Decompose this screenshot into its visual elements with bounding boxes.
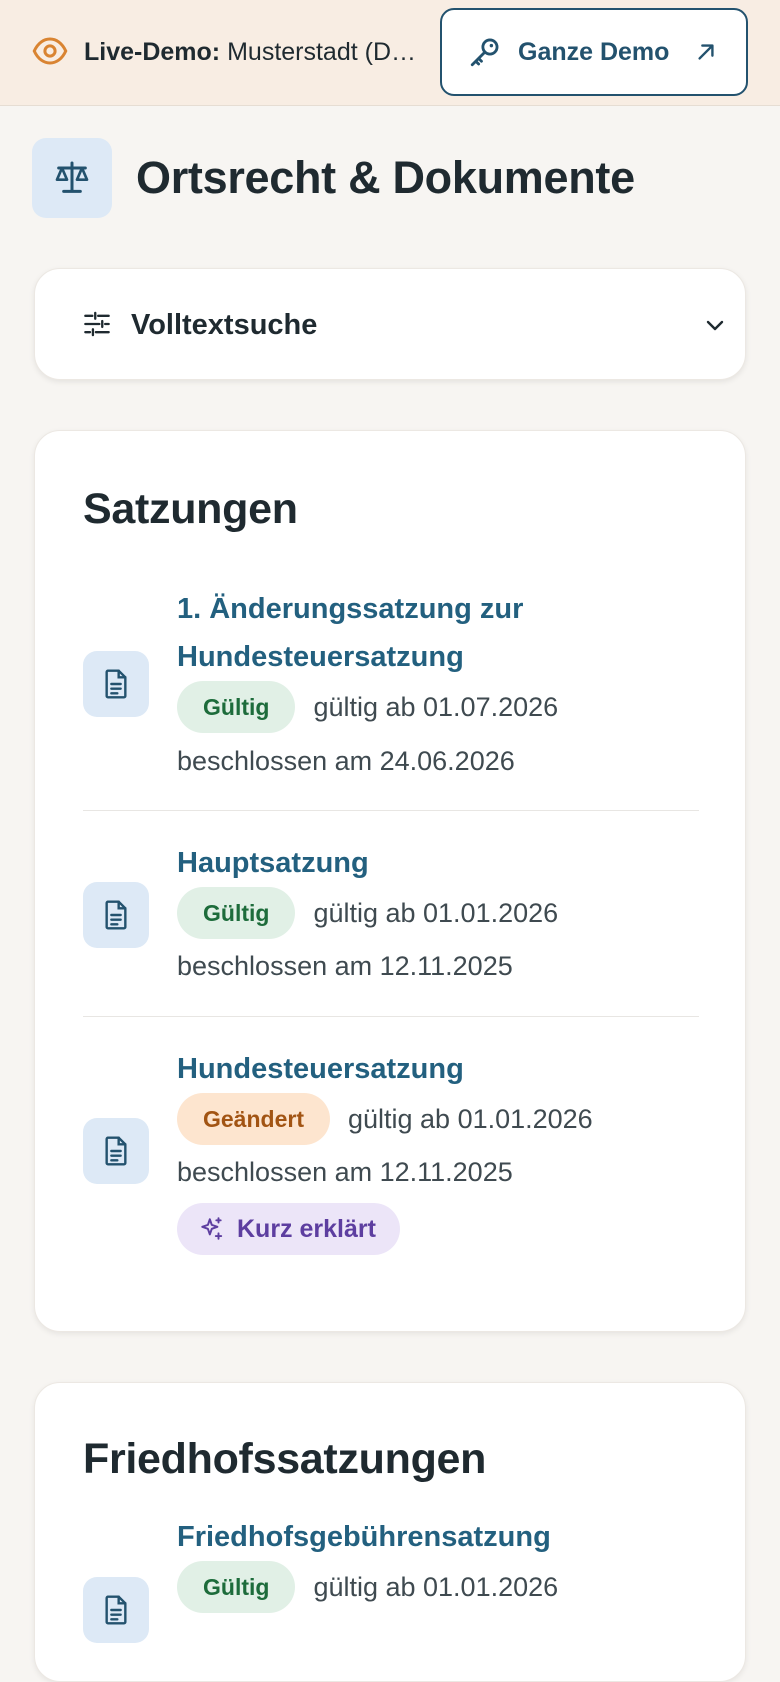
valid-from: gültig ab 01.01.2026 xyxy=(347,1103,593,1134)
external-arrow-icon xyxy=(698,44,715,60)
document-icon-tile xyxy=(83,1118,149,1184)
document-icon xyxy=(105,1595,127,1625)
valid-from: gültig ab 01.01.2026 xyxy=(313,897,559,928)
short-explanation-button[interactable]: Kurz erklärt xyxy=(177,1203,400,1255)
document-icon-tile xyxy=(83,1577,149,1643)
divider xyxy=(83,1016,699,1017)
document-meta: Gültig gültig ab 01.01.2026 xyxy=(177,887,558,939)
scales-icon-tile xyxy=(32,138,112,218)
document-meta: Gültig gültig ab 01.07.2026 xyxy=(177,681,558,733)
document-meta: Gültig gültig ab 01.01.2026 xyxy=(177,1561,558,1613)
status-badge: Geändert xyxy=(177,1093,330,1145)
full-demo-button[interactable]: Ganze Demo xyxy=(440,8,748,96)
decided-date: beschlossen am 24.06.2026 xyxy=(177,746,515,776)
search-label: Volltextsuche xyxy=(131,309,318,341)
eye-icon xyxy=(32,37,68,65)
document-link[interactable]: Friedhofsgebührensatzung xyxy=(177,1513,551,1561)
document-icon xyxy=(105,900,127,930)
chevron-down-icon xyxy=(706,320,724,331)
section-title: Friedhofssatzungen xyxy=(83,1435,487,1483)
document-link[interactable]: Hauptsatzung xyxy=(177,839,369,887)
document-meta: Geändert gültig ab 01.01.2026 xyxy=(177,1093,593,1145)
full-demo-label: Ganze Demo xyxy=(518,37,670,66)
sparkles-icon xyxy=(201,1217,223,1240)
document-icon xyxy=(105,669,127,699)
status-badge: Gültig xyxy=(177,1561,296,1613)
section-title: Satzungen xyxy=(83,485,298,533)
page-title: Ortsrecht & Dokumente xyxy=(136,152,635,203)
decided-date: beschlossen am 12.11.2025 xyxy=(177,1157,513,1187)
valid-from: gültig ab 01.07.2026 xyxy=(313,691,559,722)
status-badge: Gültig xyxy=(177,887,296,939)
document-link[interactable]: 1. Änderungssatzung zur Hundesteuersatzu… xyxy=(177,585,523,681)
section-satzungen: Satzungen 1. Änderungssatzung zur Hundes… xyxy=(34,430,746,1332)
divider xyxy=(83,810,699,811)
document-icon-tile xyxy=(83,882,149,948)
document-icon-tile xyxy=(83,651,149,717)
document-icon xyxy=(105,1136,127,1166)
sliders-icon xyxy=(84,311,110,337)
section-friedhofssatzungen: Friedhofssatzungen Friedhofsgebührensatz… xyxy=(34,1382,746,1682)
fulltext-search-toggle[interactable]: Volltextsuche xyxy=(34,268,746,380)
key-icon xyxy=(470,38,499,67)
valid-from: gültig ab 01.01.2026 xyxy=(313,1571,559,1602)
short-explanation-label: Kurz erklärt xyxy=(237,1214,376,1243)
scales-icon xyxy=(55,161,89,193)
live-demo-text: Live-Demo: Musterstadt (Demo-Instanz) xyxy=(84,38,420,66)
decided-date: beschlossen am 12.11.2025 xyxy=(177,951,513,981)
document-link[interactable]: Hundesteuersatzung xyxy=(177,1045,464,1093)
live-demo-banner: Live-Demo: Musterstadt (Demo-Instanz) Ga… xyxy=(0,0,780,106)
status-badge: Gültig xyxy=(177,681,296,733)
